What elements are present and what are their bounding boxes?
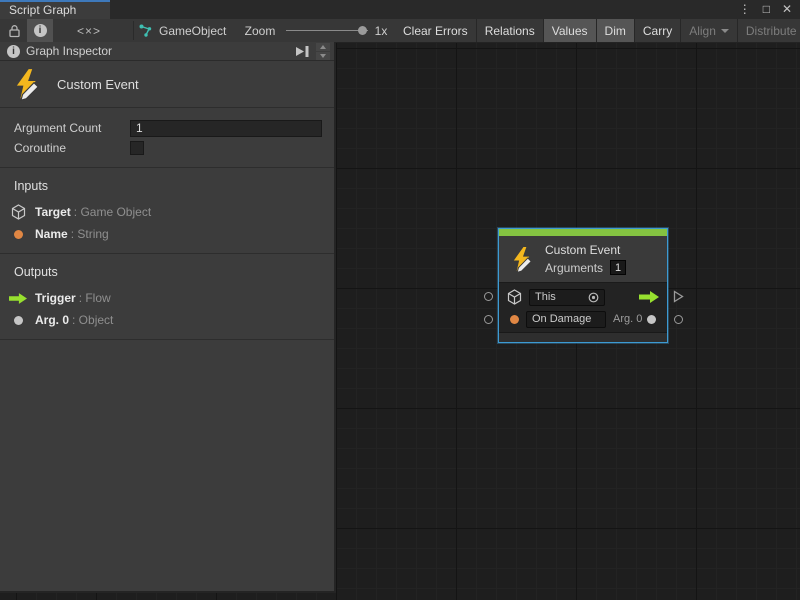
lock-icon	[8, 24, 21, 38]
input-row-name: Name : String	[0, 223, 334, 245]
carry-button[interactable]: Carry	[635, 19, 680, 42]
input-port-name[interactable]	[484, 315, 493, 324]
inspector-toggle-button[interactable]: i	[27, 19, 53, 42]
graph-target-button[interactable]: GameObject	[138, 19, 238, 42]
zoom-slider-track[interactable]	[286, 30, 368, 31]
outputs-section: Outputs Trigger : Flow Arg. 0 : Object	[0, 254, 334, 340]
window-controls: ⋮ □ ✕	[739, 0, 792, 19]
coroutine-checkbox[interactable]	[130, 141, 144, 155]
graph-toolbar: i <×> GameObject Zoom 1x Clear Errors Re…	[0, 19, 800, 43]
output-row-arg0: Arg. 0 : Object	[0, 309, 334, 331]
window-tab-strip: Script Graph ⋮ □ ✕	[0, 0, 800, 19]
inspected-unit-header: Custom Event	[0, 61, 334, 108]
argument-count-input[interactable]	[130, 120, 322, 137]
object-port-icon	[647, 315, 656, 324]
inspector-header: i Graph Inspector	[0, 42, 334, 61]
graph-target-label: GameObject	[159, 24, 226, 38]
custom-event-icon	[11, 68, 44, 101]
inputs-section: Inputs Target : Game Object Name : Strin…	[0, 168, 334, 254]
node-header[interactable]: Custom Event Arguments 1	[499, 236, 667, 283]
zoom-value: 1x	[370, 19, 392, 42]
output-port-arg0[interactable]	[674, 315, 683, 324]
event-name-field[interactable]: On Damage	[526, 311, 606, 328]
node-body: This On Damage Arg. 0	[499, 283, 667, 330]
node-row-name: On Damage Arg. 0	[499, 308, 667, 330]
target-field[interactable]: This	[529, 289, 605, 306]
input-port-target[interactable]	[484, 292, 493, 301]
dock-panel-icon[interactable]	[295, 45, 310, 58]
scroll-down-button[interactable]	[316, 52, 330, 60]
inspector-title: Graph Inspector	[26, 44, 289, 58]
input-row-target: Target : Game Object	[0, 201, 334, 223]
code-preview-button[interactable]: <×>	[72, 19, 106, 42]
inspected-unit-title: Custom Event	[57, 77, 139, 92]
info-icon: i	[7, 45, 20, 58]
chevron-down-icon	[721, 29, 729, 33]
clear-errors-button[interactable]: Clear Errors	[395, 19, 476, 42]
argument-count-row: Argument Count	[0, 118, 334, 138]
string-port-icon	[510, 315, 519, 324]
game-object-icon	[11, 204, 26, 220]
string-port-icon	[14, 230, 23, 239]
flow-arrow-icon	[9, 293, 27, 304]
code-icon: <×>	[77, 24, 101, 38]
triangle-up-icon	[320, 45, 326, 49]
zoom-slider-handle[interactable]	[358, 26, 367, 35]
window-menu-icon[interactable]: ⋮	[739, 0, 751, 19]
align-dropdown[interactable]: Align	[681, 19, 737, 42]
relations-button[interactable]: Relations	[477, 19, 543, 42]
dim-button[interactable]: Dim	[597, 19, 634, 42]
custom-event-node[interactable]: Custom Event Arguments 1 This	[498, 228, 668, 343]
toolbar-right-buttons: Clear Errors Relations Values Dim Carry …	[395, 19, 800, 42]
arg0-label: Arg. 0	[613, 313, 642, 325]
node-footer	[499, 332, 667, 342]
triangle-down-icon	[320, 54, 326, 58]
maximize-icon[interactable]: □	[763, 0, 770, 19]
outputs-heading: Outputs	[0, 261, 334, 287]
info-icon: i	[34, 24, 47, 37]
inspector-scroll-buttons	[316, 43, 330, 60]
node-arguments-field[interactable]: 1	[610, 260, 626, 275]
custom-event-icon	[509, 246, 536, 273]
object-picker-icon[interactable]	[588, 292, 599, 303]
coroutine-row: Coroutine	[0, 138, 334, 158]
node-title: Custom Event	[545, 243, 626, 257]
flow-arrow-icon	[639, 291, 659, 303]
argument-count-label: Argument Count	[14, 121, 130, 135]
object-port-icon	[14, 316, 23, 325]
output-port-trigger[interactable]	[673, 290, 684, 303]
tab-script-graph[interactable]: Script Graph	[0, 0, 110, 19]
game-object-icon	[507, 289, 522, 305]
toolbar-separator	[133, 21, 134, 40]
lock-button[interactable]	[2, 19, 26, 42]
values-button[interactable]: Values	[544, 19, 596, 42]
tab-title: Script Graph	[9, 3, 76, 17]
coroutine-label: Coroutine	[14, 141, 130, 155]
close-icon[interactable]: ✕	[782, 0, 792, 19]
event-color-bar	[499, 229, 667, 236]
zoom-label: Zoom	[240, 19, 280, 42]
output-row-trigger: Trigger : Flow	[0, 287, 334, 309]
script-graph-icon	[138, 23, 153, 38]
inputs-heading: Inputs	[0, 175, 334, 201]
distribute-dropdown[interactable]: Distribute	[738, 19, 800, 42]
node-arguments-label: Arguments	[545, 261, 603, 275]
unit-properties: Argument Count Coroutine	[0, 108, 334, 168]
node-row-target: This	[499, 286, 667, 308]
graph-inspector-panel: i Graph Inspector Custom Event Argument …	[0, 42, 336, 593]
scroll-up-button[interactable]	[316, 43, 330, 51]
